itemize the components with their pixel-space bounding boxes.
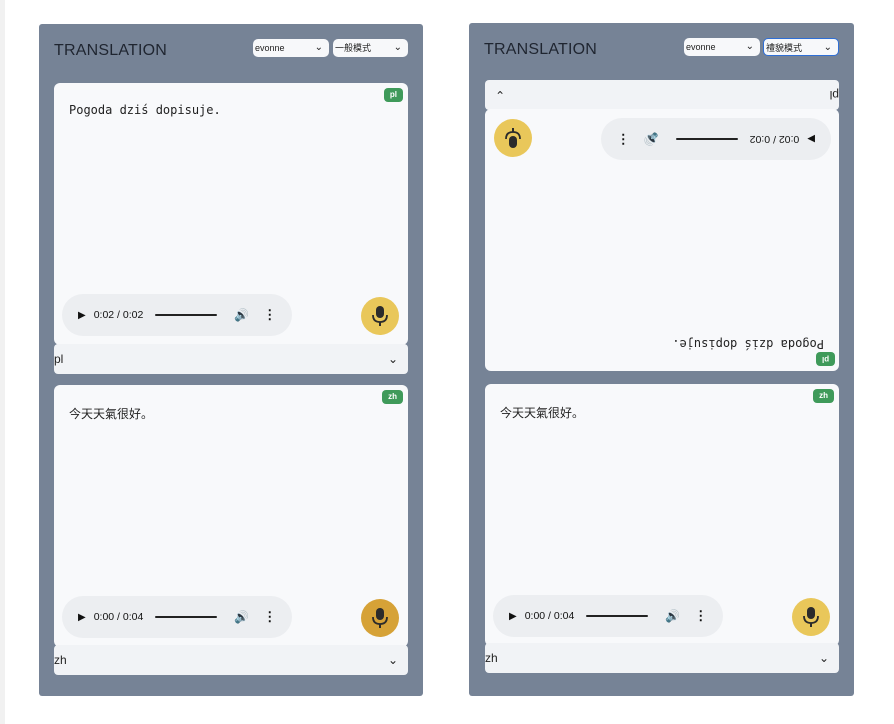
translation-panel-left: TRANSLATION evonne ⌄ 一般模式 ⌄ pl Pogoda dz… [39, 24, 423, 696]
window-edge [0, 0, 5, 724]
more-vertical-icon[interactable]: ⋮ [694, 608, 707, 624]
target-language-value: zh [54, 653, 67, 667]
panel-title: TRANSLATION [54, 42, 168, 59]
play-icon[interactable]: ▶ [509, 611, 517, 622]
language-tag: zh [813, 389, 834, 403]
microphone-button[interactable] [361, 297, 399, 335]
user-select-value: evonne [255, 43, 285, 53]
chevron-down-icon: ⌄ [387, 352, 398, 366]
more-vertical-icon[interactable]: ⋮ [263, 609, 276, 625]
chevron-down-icon: ⌄ [314, 42, 323, 53]
target-card: zh 今天天氣很好。 ▶ 0:00 / 0:04 🔊 ⋮ [54, 385, 408, 647]
language-tag: pl [816, 352, 836, 366]
audio-time: 0:00 / 0:04 [524, 610, 575, 622]
microphone-button[interactable] [494, 119, 532, 157]
audio-time: 0:02 / 0:02 [93, 309, 144, 321]
more-vertical-icon[interactable]: ⋮ [263, 307, 276, 323]
audio-player[interactable]: ▶ 0:02 / 0:02 🔊 ⋮ [601, 118, 831, 160]
target-language-select[interactable]: zh ⌄ [54, 645, 408, 675]
microphone-icon [505, 128, 521, 148]
mode-select[interactable]: 禮貌模式 ⌄ [763, 38, 839, 56]
chevron-down-icon: ⌄ [393, 42, 402, 53]
volume-icon[interactable]: 🔊 [665, 609, 680, 623]
audio-player[interactable]: ▶ 0:00 / 0:04 🔊 ⋮ [62, 596, 292, 638]
user-select-value: evonne [686, 42, 716, 52]
source-language-select[interactable]: pl ⌄ [54, 344, 408, 374]
audio-progress-track[interactable] [155, 314, 218, 316]
play-icon[interactable]: ▶ [78, 310, 86, 321]
mode-select[interactable]: 一般模式 ⌄ [333, 39, 408, 57]
volume-icon[interactable]: 🔊 [644, 132, 659, 146]
chevron-down-icon: ⌄ [495, 88, 506, 102]
mode-select-value: 一般模式 [335, 43, 372, 53]
volume-icon[interactable]: 🔊 [234, 610, 249, 624]
audio-time: 0:02 / 0:02 [749, 133, 800, 145]
audio-progress-track[interactable] [155, 616, 218, 618]
transcript-text: Pogoda dziś dopisuje. [69, 103, 221, 117]
chevron-down-icon: ⌄ [823, 42, 832, 53]
microphone-button[interactable] [361, 599, 399, 637]
mode-select-value: 禮貌模式 [766, 43, 803, 53]
microphone-icon [803, 607, 819, 627]
target-language-select[interactable]: zh ⌄ [485, 643, 839, 673]
source-card-flipped: pl Pogoda dziś dopisuje. ▶ 0:02 / 0:02 🔊… [485, 109, 839, 371]
panel-title: TRANSLATION [484, 41, 598, 58]
audio-time: 0:00 / 0:04 [93, 611, 144, 623]
audio-progress-track[interactable] [586, 615, 649, 617]
transcript-text: 今天天氣很好。 [69, 407, 154, 421]
more-vertical-icon[interactable]: ⋮ [617, 131, 630, 147]
transcript-text: Pogoda dziś dopisuje. [672, 337, 824, 351]
audio-progress-track[interactable] [675, 138, 738, 140]
chevron-down-icon: ⌄ [745, 41, 754, 52]
microphone-icon [372, 608, 388, 628]
user-select[interactable]: evonne ⌄ [253, 39, 329, 57]
audio-player[interactable]: ▶ 0:02 / 0:02 🔊 ⋮ [62, 294, 292, 336]
microphone-icon [372, 306, 388, 326]
play-icon[interactable]: ▶ [807, 134, 815, 145]
audio-player[interactable]: ▶ 0:00 / 0:04 🔊 ⋮ [493, 595, 723, 637]
transcript-text: 今天天氣很好。 [500, 406, 585, 420]
target-language-value: zh [485, 651, 498, 665]
source-language-value: pl [829, 88, 839, 102]
user-select[interactable]: evonne ⌄ [684, 38, 760, 56]
microphone-button[interactable] [792, 598, 830, 636]
target-card: zh 今天天氣很好。 ▶ 0:00 / 0:04 🔊 ⋮ [485, 384, 839, 646]
translation-panel-right: TRANSLATION evonne ⌄ 禮貌模式 ⌄ pl ⌄ pl Pogo… [469, 23, 854, 696]
play-icon[interactable]: ▶ [78, 612, 86, 623]
source-language-value: pl [54, 352, 64, 366]
language-tag: zh [382, 390, 403, 404]
source-card: pl Pogoda dziś dopisuje. ▶ 0:02 / 0:02 🔊… [54, 83, 408, 345]
source-language-select[interactable]: pl ⌄ [485, 80, 839, 110]
volume-icon[interactable]: 🔊 [234, 308, 249, 322]
chevron-down-icon: ⌄ [818, 651, 829, 665]
language-tag: pl [383, 88, 403, 102]
chevron-down-icon: ⌄ [387, 653, 398, 667]
